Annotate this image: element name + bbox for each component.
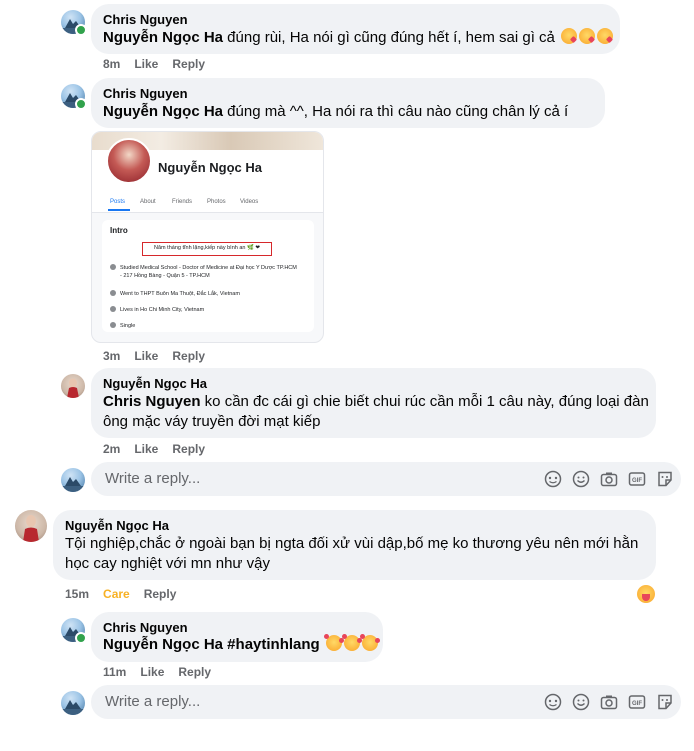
comment-text: Chris Nguyen ko cần đc cái gì chie biết … (103, 392, 649, 412)
intro-card: Intro Năm tháng tĩnh lặng,kiếp này bình … (102, 220, 314, 332)
reply-button[interactable]: Reply (172, 349, 205, 363)
education-detail: Studied Medical School - Doctor of Medic… (110, 264, 306, 280)
kissing-heart-emoji (561, 28, 578, 44)
hashtag-link[interactable]: #haytinhlang (223, 636, 320, 653)
emoji-icon[interactable] (572, 693, 590, 711)
avatar[interactable] (61, 374, 85, 398)
intro-title: Intro (110, 226, 128, 235)
tab-posts: Posts (110, 199, 126, 205)
like-button[interactable]: Like (134, 349, 158, 363)
school-detail: Went to THPT Buôn Ma Thuột, Đắc Lắk, Vie… (110, 290, 240, 298)
graduation-cap-icon (110, 264, 116, 270)
comment-text: Nguyễn Ngọc Ha #haytinhlang (103, 634, 380, 655)
reply-input[interactable] (103, 692, 407, 711)
online-status-dot (75, 632, 87, 644)
comment-actions: 15m Care Reply (65, 587, 190, 601)
reply-box: GIF (91, 462, 681, 496)
avatar[interactable] (15, 510, 47, 542)
reply-button[interactable]: Reply (144, 587, 177, 601)
svg-text:GIF: GIF (632, 478, 642, 484)
smiling-face-with-hearts-emoji (323, 634, 344, 651)
comment-author[interactable]: Chris Nguyen (103, 12, 188, 27)
profile-header: Nguyễn Ngọc Ha (92, 132, 323, 202)
avatar-sticker-icon[interactable] (544, 470, 562, 488)
reply-button[interactable]: Reply (172, 57, 205, 71)
profile-name: Nguyễn Ngọc Ha (158, 160, 263, 175)
comment-actions: 3m Like Reply (103, 349, 219, 363)
sticker-icon[interactable] (656, 693, 674, 711)
reply-input[interactable] (103, 469, 407, 488)
comment-body: đúng rùi, Ha nói gì cũng đúng hết í, hem… (223, 29, 555, 46)
camera-icon[interactable] (600, 470, 618, 488)
avatar-sticker-icon[interactable] (544, 693, 562, 711)
mention-link[interactable]: Chris Nguyen (103, 393, 201, 410)
profile-picture (106, 138, 152, 184)
kissing-heart-emoji (579, 28, 596, 44)
graduation-cap-icon (110, 290, 116, 296)
reply-button[interactable]: Reply (172, 442, 205, 456)
like-button[interactable]: Like (134, 442, 158, 456)
home-icon (110, 306, 116, 312)
active-tab-indicator (108, 209, 130, 211)
comment-text: Tội nghiệp,chắc ở ngoài bạn bị ngta đối … (65, 535, 639, 552)
tab-videos: Videos (240, 199, 259, 205)
tab-friends: Friends (172, 199, 193, 205)
comment-author[interactable]: Nguyễn Ngọc Ha (65, 518, 169, 533)
comment-text: Nguyễn Ngọc Ha đúng rùi, Ha nói gì cũng … (103, 28, 614, 48)
heart-icon (110, 322, 116, 328)
care-reaction-icon[interactable] (637, 585, 655, 603)
timestamp[interactable]: 15m (65, 587, 89, 601)
smiling-face-with-hearts-emoji (359, 634, 380, 651)
like-button[interactable]: Like (134, 57, 158, 71)
comment-body: ko cần đc cái gì chie biết chui rúc cần … (200, 393, 649, 410)
reply-button[interactable]: Reply (178, 665, 211, 679)
attached-profile-screenshot[interactable]: Nguyễn Ngọc Ha Posts About Friends Photo… (91, 131, 324, 343)
online-status-dot (75, 24, 87, 36)
gif-icon[interactable]: GIF (628, 693, 646, 711)
current-user-avatar[interactable] (61, 468, 85, 492)
tab-photos: Photos (207, 199, 226, 205)
kissing-heart-emoji (597, 28, 614, 44)
comment-actions: 2m Like Reply (103, 442, 219, 456)
sticker-icon[interactable] (656, 470, 674, 488)
mention-link[interactable]: Nguyễn Ngọc Ha (103, 103, 223, 120)
timestamp[interactable]: 8m (103, 57, 120, 71)
care-reaction-button[interactable]: Care (103, 587, 130, 601)
smiling-face-with-hearts-emoji (341, 634, 362, 651)
comment-actions: 11m Like Reply (103, 665, 225, 679)
location-detail: Lives in Ho Chi Minh City, Vietnam (110, 306, 204, 314)
emoji-icon[interactable] (572, 470, 590, 488)
comment-text-line2: học cay nghiệt với mn như vậy (65, 555, 270, 572)
comment-author[interactable]: Chris Nguyen (103, 86, 188, 101)
comment-actions: 8m Like Reply (103, 57, 219, 71)
timestamp[interactable]: 2m (103, 442, 120, 456)
svg-text:GIF: GIF (632, 701, 642, 707)
tab-about: About (140, 199, 156, 205)
comment-body: đúng mà ^^, Ha nói ra thì câu nào cũng c… (223, 103, 569, 120)
camera-icon[interactable] (600, 693, 618, 711)
gif-icon[interactable]: GIF (628, 470, 646, 488)
reply-box: GIF (91, 685, 681, 719)
relationship-detail: Single (110, 322, 135, 330)
timestamp[interactable]: 3m (103, 349, 120, 363)
mention-link[interactable]: Nguyễn Ngọc Ha (103, 636, 223, 653)
comment-author[interactable]: Chris Nguyen (103, 620, 188, 635)
current-user-avatar[interactable] (61, 691, 85, 715)
online-status-dot (75, 98, 87, 110)
bio-text: Năm tháng tĩnh lặng,kiếp này bình an 🌿 ❤ (142, 242, 272, 256)
profile-tabs: Posts About Friends Photos Videos (92, 194, 323, 213)
comment-text: Nguyễn Ngọc Ha đúng mà ^^, Ha nói ra thì… (103, 102, 568, 122)
comment-author[interactable]: Nguyễn Ngọc Ha (103, 376, 207, 391)
like-button[interactable]: Like (140, 665, 164, 679)
comment-text-line2: ông mặc váy truyền đời mạt kiếp (103, 413, 321, 430)
mention-link[interactable]: Nguyễn Ngọc Ha (103, 29, 223, 46)
timestamp[interactable]: 11m (103, 665, 126, 679)
